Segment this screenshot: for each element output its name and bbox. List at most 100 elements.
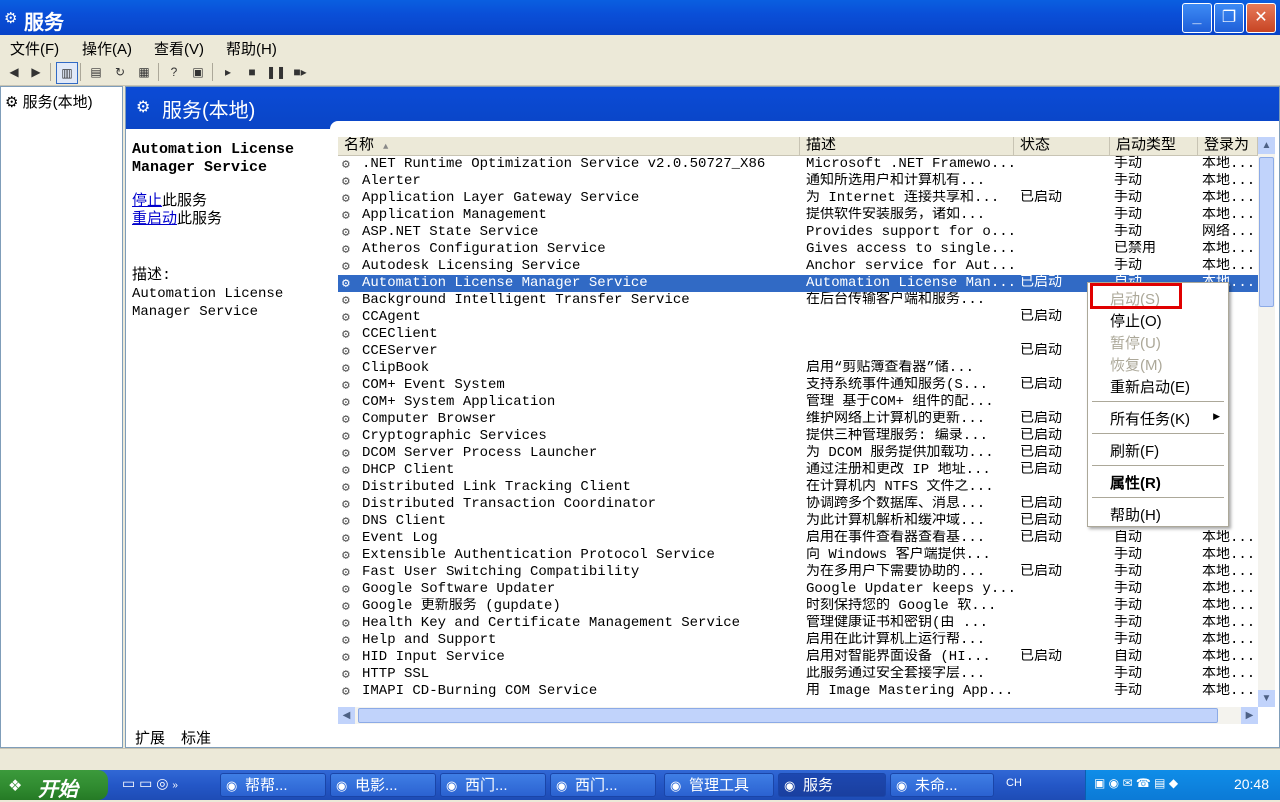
table-row[interactable]: ⚙ HTTP SSL 此服务通过安全套接字层... 手动 本地... (338, 666, 1258, 683)
taskbar-button[interactable]: ◉ 管理工具 (664, 773, 774, 797)
cell-logon: 本地... (1202, 547, 1256, 563)
column-header-status[interactable]: 状态 (1014, 137, 1110, 155)
vertical-scrollbar[interactable]: ▲ ▼ (1258, 137, 1275, 707)
menu-file[interactable]: 文件(F) (10, 38, 59, 59)
cell-startup: 手动 (1114, 564, 1142, 580)
cell-startup: 自动 (1114, 649, 1142, 665)
column-header-logon[interactable]: 登录为 (1198, 137, 1258, 155)
taskbar-button[interactable]: ◉ 西门... (550, 773, 656, 797)
restart-service-link[interactable]: 重启动 (132, 211, 177, 228)
menu-item-restart[interactable]: 重新启动(E) (1110, 376, 1190, 397)
cell-logon: 本地... (1202, 207, 1256, 223)
stop-service-link[interactable]: 停止 (132, 193, 162, 210)
taskbar-button[interactable]: ◉ 未命... (890, 773, 994, 797)
scroll-up-icon[interactable]: ▲ (1258, 137, 1275, 154)
restart-service-icon[interactable]: ■▸ (290, 62, 310, 82)
cell-name: DNS Client (362, 513, 447, 529)
service-gear-icon: ⚙ (342, 378, 350, 393)
view-tabs: 扩展 标准 (125, 727, 1278, 747)
scroll-right-icon[interactable]: ▶ (1241, 707, 1258, 724)
scroll-down-icon[interactable]: ▼ (1258, 690, 1275, 707)
service-gear-icon: ⚙ (342, 157, 350, 172)
table-row[interactable]: ⚙ Google Software Updater Google Updater k… (338, 581, 1258, 598)
scroll-left-icon[interactable]: ◀ (338, 707, 355, 724)
pause-service-icon[interactable]: ❚❚ (266, 62, 286, 82)
table-row[interactable]: ⚙ Event Log 启用在事件查看器查看基... 已启动 自动 本地... (338, 530, 1258, 547)
horizontal-scroll-thumb[interactable] (358, 708, 1218, 723)
start-button[interactable]: ❖ 开始 (0, 770, 108, 801)
column-header-name[interactable]: 名称 ▲ (338, 137, 800, 155)
cell-logon: 网络... (1202, 224, 1256, 240)
taskbar-button[interactable]: ◉ 服务 (778, 773, 886, 797)
taskbar-button[interactable]: ◉ 电影... (330, 773, 436, 797)
taskbar-button[interactable]: ◉ 西门... (440, 773, 546, 797)
restore-button[interactable]: ❐ (1214, 3, 1244, 33)
forward-icon[interactable]: ▶ (26, 62, 46, 82)
table-row[interactable]: ⚙ Health Key and Certificate Management S… (338, 615, 1258, 632)
column-header-description[interactable]: 描述 (800, 137, 1014, 155)
column-header-startup-type[interactable]: 启动类型 (1110, 137, 1198, 155)
menu-item-help[interactable]: 帮助(H) (1110, 504, 1161, 525)
show-tree-icon[interactable]: ▥ (56, 62, 78, 84)
menu-item-refresh[interactable]: 刷新(F) (1110, 440, 1159, 461)
table-row[interactable]: ⚙ Extensible Authentication Protocol Serv… (338, 547, 1258, 564)
table-row[interactable]: ⚙ Atheros Configuration Service Gives acce… (338, 241, 1258, 258)
stop-service-icon[interactable]: ■ (242, 62, 262, 82)
service-gear-icon: ⚙ (342, 497, 350, 512)
properties-icon[interactable]: ▤ (86, 62, 106, 82)
clock[interactable]: 20:48 (1234, 776, 1269, 792)
back-icon[interactable]: ◀ (4, 62, 24, 82)
cell-name: ClipBook (362, 360, 430, 376)
table-row[interactable]: ⚙ IMAPI CD-Burning COM Service 用 Image Mas… (338, 683, 1258, 700)
cell-name: Alerter (362, 173, 421, 189)
view-icon[interactable]: ▣ (188, 62, 208, 82)
folder-icon[interactable]: ▭ (139, 775, 152, 791)
table-row[interactable]: ⚙ Help and Support 启用在此计算机上运行帮... 手动 本地... (338, 632, 1258, 649)
menu-item-stop[interactable]: 停止(O) (1110, 310, 1162, 331)
menu-help[interactable]: 帮助(H) (226, 38, 277, 59)
table-row[interactable]: ⚙ .NET Runtime Optimization Service v2.0.… (338, 156, 1258, 173)
tray-icons[interactable]: ▣ ◉ ✉ ☎ ▤ ◆ (1094, 776, 1178, 790)
menu-view[interactable]: 查看(V) (154, 38, 204, 59)
browser-icon[interactable]: ◎ (156, 775, 168, 791)
menu-item-pause[interactable]: 暂停(U) (1110, 332, 1161, 353)
help-icon[interactable]: ? (164, 62, 184, 82)
services-icon: ⚙ (4, 10, 18, 27)
refresh-icon[interactable]: ↻ (110, 62, 130, 82)
table-row[interactable]: ⚙ Google 更新服务 (gupdate) 时刻保持您的 Google 软...… (338, 598, 1258, 615)
vertical-scroll-thumb[interactable] (1259, 157, 1274, 307)
tab-extended[interactable]: 扩展 (135, 727, 165, 748)
table-row[interactable]: ⚙ Alerter 通知所选用户和计算机有... 手动 本地... (338, 173, 1258, 190)
export-list-icon[interactable]: ▦ (134, 62, 154, 82)
start-label: 开始 (38, 779, 78, 801)
table-row[interactable]: ⚙ Application Layer Gateway Service 为 Inte… (338, 190, 1258, 207)
cell-logon: 本地... (1202, 190, 1256, 206)
cell-startup: 手动 (1114, 258, 1142, 274)
service-gear-icon: ⚙ (342, 310, 350, 325)
start-service-icon[interactable]: ▸ (218, 62, 238, 82)
menu-item-properties[interactable]: 属性(R) (1110, 472, 1161, 493)
horizontal-scrollbar[interactable]: ◀ ▶ (338, 707, 1258, 724)
taskbar-button-label: 西门... (575, 777, 618, 794)
close-button[interactable]: ✕ (1246, 3, 1276, 33)
language-indicator[interactable]: CH (1006, 777, 1022, 789)
services-icon: ⚙ (136, 99, 151, 116)
table-row[interactable]: ⚙ Application Management 提供软件安装服务，诸如... 手动 本… (338, 207, 1258, 224)
menu-item-all-tasks[interactable]: 所有任务(K) (1110, 408, 1190, 429)
table-row[interactable]: ⚙ ASP.NET State Service Provides support f… (338, 224, 1258, 241)
table-row[interactable]: ⚙ Fast User Switching Compatibility 为在多用户下… (338, 564, 1258, 581)
menu-action[interactable]: 操作(A) (82, 38, 132, 59)
service-gear-icon: ⚙ (342, 684, 350, 699)
tab-standard[interactable]: 标准 (181, 727, 211, 748)
chevron-icon[interactable]: » (172, 780, 178, 791)
table-row[interactable]: ⚙ Autodesk Licensing Service Anchor servic… (338, 258, 1258, 275)
tree-item-services-local[interactable]: ⚙ 服务(本地) (5, 91, 93, 112)
table-row[interactable]: ⚙ HID Input Service 启用对智能界面设备 (HI... 已启动 自动 本… (338, 649, 1258, 666)
minimize-button[interactable]: _ (1182, 3, 1212, 33)
title-bar[interactable]: ⚙ 服务 _ ❐ ✕ (0, 0, 1280, 35)
cell-name: CCAgent (362, 309, 421, 325)
folder-icon[interactable]: ▭ (122, 775, 135, 791)
toolbar-separator (80, 63, 81, 81)
menu-item-resume[interactable]: 恢复(M) (1110, 354, 1163, 375)
taskbar-button[interactable]: ◉ 帮帮... (220, 773, 326, 797)
